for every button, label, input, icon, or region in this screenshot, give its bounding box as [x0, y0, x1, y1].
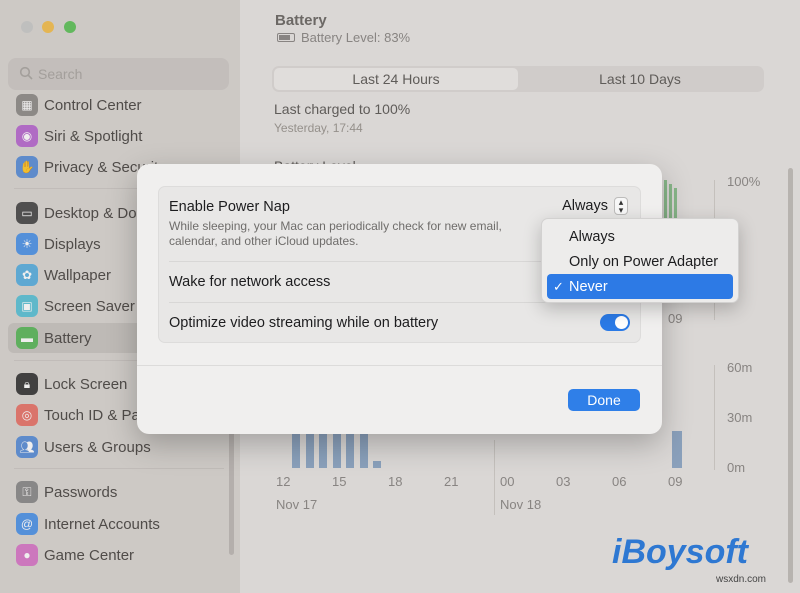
checkmark-icon: ✓: [553, 278, 564, 294]
power-nap-popup[interactable]: Always ▴ ▾: [562, 197, 628, 215]
power-nap-description: While sleeping, your Mac can periodicall…: [169, 219, 502, 248]
optimize-video-title: Optimize video streaming while on batter…: [169, 315, 439, 331]
menu-item-label: Only on Power Adapter: [569, 253, 719, 270]
power-nap-value: Always: [562, 198, 608, 214]
menu-item-label: Always: [569, 228, 615, 245]
dialog-divider: [137, 365, 662, 366]
menu-item-only-on-power-adapter[interactable]: Only on Power Adapter: [547, 249, 733, 274]
site-watermark: wsxdn.com: [716, 574, 767, 585]
power-nap-menu: Always Only on Power Adapter ✓ Never: [541, 218, 739, 303]
done-button[interactable]: Done: [568, 389, 640, 411]
wake-network-title: Wake for network access: [169, 274, 331, 290]
menu-item-label: Never: [569, 278, 608, 295]
chevron-up-down-icon: ▴ ▾: [614, 197, 628, 215]
menu-item-always[interactable]: Always: [547, 224, 733, 249]
brand-logo: iBoysoft: [612, 533, 748, 571]
power-nap-title: Enable Power Nap: [169, 199, 290, 215]
menu-item-never[interactable]: ✓ Never: [547, 274, 733, 299]
optimize-video-toggle[interactable]: [600, 314, 630, 331]
